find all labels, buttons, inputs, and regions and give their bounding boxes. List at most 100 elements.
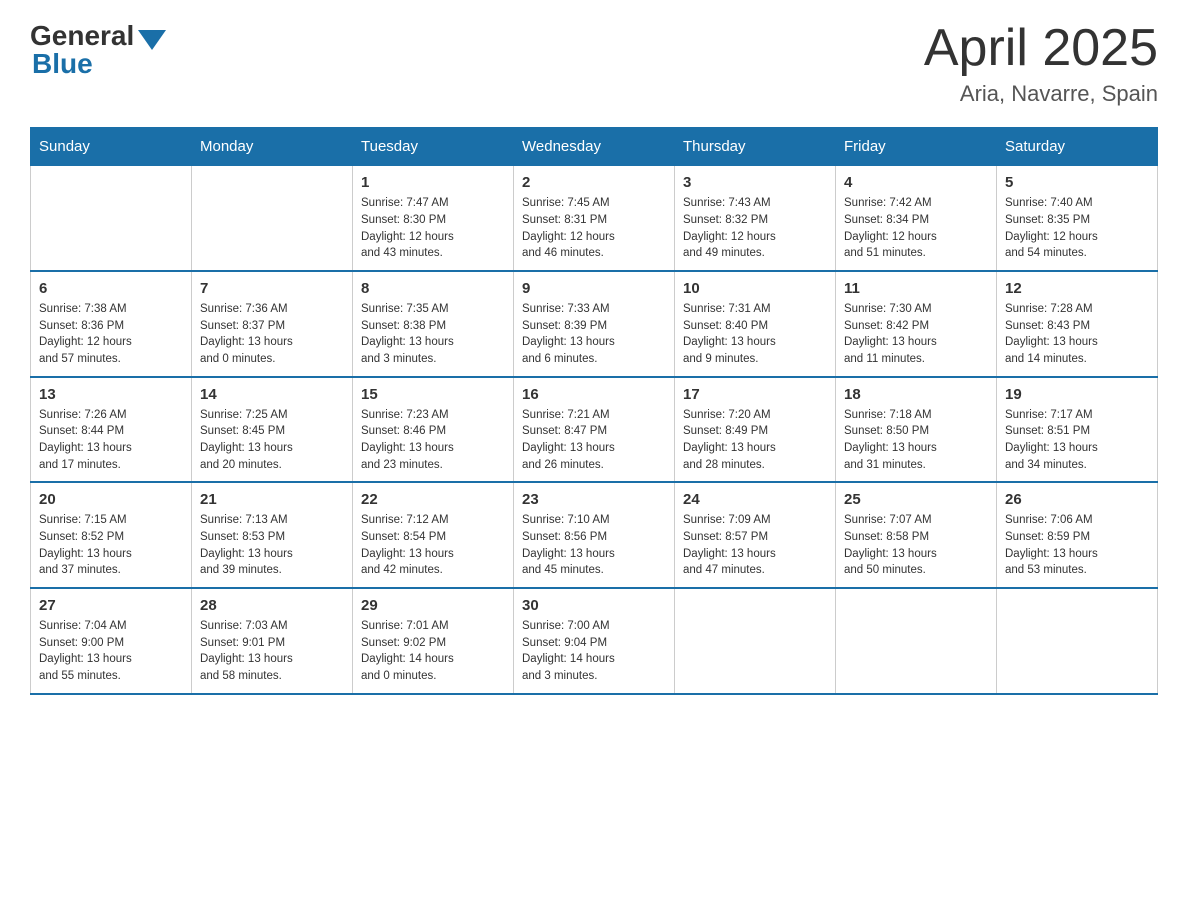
- day-number: 4: [844, 174, 988, 191]
- cell-info: Sunrise: 7:01 AM Sunset: 9:02 PM Dayligh…: [361, 618, 505, 685]
- day-number: 27: [39, 597, 183, 614]
- calendar-cell: 17 Sunrise: 7:20 AM Sunset: 8:49 PM Dayli…: [675, 377, 836, 483]
- calendar-header-row: SundayMondayTuesdayWednesdayThursdayFrid…: [31, 128, 1158, 166]
- cell-info: Sunrise: 7:03 AM Sunset: 9:01 PM Dayligh…: [200, 618, 344, 685]
- calendar-cell: 9Sunrise: 7:33 AM Sunset: 8:39 PM Daylig…: [514, 271, 675, 377]
- cell-info: Sunrise: 7:07 AM Sunset: 8:58 PM Dayligh…: [844, 512, 988, 579]
- logo: General Blue: [30, 20, 166, 80]
- day-header-friday: Friday: [836, 128, 997, 166]
- day-number: 28: [200, 597, 344, 614]
- calendar-cell: 23 Sunrise: 7:10 AM Sunset: 8:56 PM Dayli…: [514, 482, 675, 588]
- calendar-cell: 25 Sunrise: 7:07 AM Sunset: 8:58 PM Dayli…: [836, 482, 997, 588]
- calendar-cell: 8 Sunrise: 7:35 AM Sunset: 8:38 PM Daylig…: [353, 271, 514, 377]
- cell-info: Sunrise: 7:18 AM Sunset: 8:50 PM Dayligh…: [844, 407, 988, 474]
- day-number: 29: [361, 597, 505, 614]
- calendar-cell: 15Sunrise: 7:23 AM Sunset: 8:46 PM Dayli…: [353, 377, 514, 483]
- day-number: 3: [683, 174, 827, 191]
- calendar-cell: 30 Sunrise: 7:00 AM Sunset: 9:04 PM Dayli…: [514, 588, 675, 694]
- title-area: April 2025 Aria, Navarre, Spain: [924, 20, 1158, 107]
- calendar-cell: 13Sunrise: 7:26 AM Sunset: 8:44 PM Dayli…: [31, 377, 192, 483]
- calendar-cell: [836, 588, 997, 694]
- calendar-week-1: 1 Sunrise: 7:47 AM Sunset: 8:30 PM Daylig…: [31, 166, 1158, 271]
- month-title: April 2025: [924, 20, 1158, 77]
- calendar-cell: 18 Sunrise: 7:18 AM Sunset: 8:50 PM Dayli…: [836, 377, 997, 483]
- cell-info: Sunrise: 7:30 AM Sunset: 8:42 PM Dayligh…: [844, 301, 988, 368]
- day-header-monday: Monday: [192, 128, 353, 166]
- calendar-cell: 14Sunrise: 7:25 AM Sunset: 8:45 PM Dayli…: [192, 377, 353, 483]
- day-number: 13: [39, 386, 183, 403]
- calendar-cell: 20Sunrise: 7:15 AM Sunset: 8:52 PM Dayli…: [31, 482, 192, 588]
- calendar-cell: 19Sunrise: 7:17 AM Sunset: 8:51 PM Dayli…: [997, 377, 1158, 483]
- day-number: 30: [522, 597, 666, 614]
- calendar-cell: 3Sunrise: 7:43 AM Sunset: 8:32 PM Daylig…: [675, 166, 836, 271]
- day-header-tuesday: Tuesday: [353, 128, 514, 166]
- day-number: 8: [361, 280, 505, 297]
- day-number: 20: [39, 491, 183, 508]
- cell-info: Sunrise: 7:23 AM Sunset: 8:46 PM Dayligh…: [361, 407, 505, 474]
- day-number: 9: [522, 280, 666, 297]
- day-number: 6: [39, 280, 183, 297]
- calendar-cell: 4 Sunrise: 7:42 AM Sunset: 8:34 PM Daylig…: [836, 166, 997, 271]
- logo-arrow-icon: [138, 30, 166, 50]
- cell-info: Sunrise: 7:17 AM Sunset: 8:51 PM Dayligh…: [1005, 407, 1149, 474]
- day-number: 17: [683, 386, 827, 403]
- calendar-cell: 5 Sunrise: 7:40 AM Sunset: 8:35 PM Daylig…: [997, 166, 1158, 271]
- cell-info: Sunrise: 7:40 AM Sunset: 8:35 PM Dayligh…: [1005, 195, 1149, 262]
- logo-blue-text: Blue: [32, 48, 93, 80]
- day-header-wednesday: Wednesday: [514, 128, 675, 166]
- day-number: 12: [1005, 280, 1149, 297]
- calendar-cell: 12 Sunrise: 7:28 AM Sunset: 8:43 PM Dayli…: [997, 271, 1158, 377]
- calendar-week-2: 6 Sunrise: 7:38 AM Sunset: 8:36 PM Daylig…: [31, 271, 1158, 377]
- cell-info: Sunrise: 7:25 AM Sunset: 8:45 PM Dayligh…: [200, 407, 344, 474]
- calendar-cell: [997, 588, 1158, 694]
- calendar-cell: 24Sunrise: 7:09 AM Sunset: 8:57 PM Dayli…: [675, 482, 836, 588]
- calendar-cell: 27 Sunrise: 7:04 AM Sunset: 9:00 PM Dayli…: [31, 588, 192, 694]
- day-number: 5: [1005, 174, 1149, 191]
- cell-info: Sunrise: 7:42 AM Sunset: 8:34 PM Dayligh…: [844, 195, 988, 262]
- cell-info: Sunrise: 7:21 AM Sunset: 8:47 PM Dayligh…: [522, 407, 666, 474]
- day-number: 21: [200, 491, 344, 508]
- day-header-thursday: Thursday: [675, 128, 836, 166]
- cell-info: Sunrise: 7:28 AM Sunset: 8:43 PM Dayligh…: [1005, 301, 1149, 368]
- calendar-cell: 1 Sunrise: 7:47 AM Sunset: 8:30 PM Daylig…: [353, 166, 514, 271]
- cell-info: Sunrise: 7:00 AM Sunset: 9:04 PM Dayligh…: [522, 618, 666, 685]
- calendar-cell: 6 Sunrise: 7:38 AM Sunset: 8:36 PM Daylig…: [31, 271, 192, 377]
- calendar-cell: 26 Sunrise: 7:06 AM Sunset: 8:59 PM Dayli…: [997, 482, 1158, 588]
- header: General Blue April 2025 Aria, Navarre, S…: [30, 20, 1158, 107]
- calendar-week-5: 27 Sunrise: 7:04 AM Sunset: 9:00 PM Dayli…: [31, 588, 1158, 694]
- calendar-cell: 28 Sunrise: 7:03 AM Sunset: 9:01 PM Dayli…: [192, 588, 353, 694]
- calendar-cell: 7Sunrise: 7:36 AM Sunset: 8:37 PM Daylig…: [192, 271, 353, 377]
- day-number: 23: [522, 491, 666, 508]
- location-title: Aria, Navarre, Spain: [924, 81, 1158, 107]
- cell-info: Sunrise: 7:10 AM Sunset: 8:56 PM Dayligh…: [522, 512, 666, 579]
- cell-info: Sunrise: 7:04 AM Sunset: 9:00 PM Dayligh…: [39, 618, 183, 685]
- day-number: 18: [844, 386, 988, 403]
- calendar-cell: 11 Sunrise: 7:30 AM Sunset: 8:42 PM Dayli…: [836, 271, 997, 377]
- cell-info: Sunrise: 7:31 AM Sunset: 8:40 PM Dayligh…: [683, 301, 827, 368]
- day-number: 1: [361, 174, 505, 191]
- cell-info: Sunrise: 7:12 AM Sunset: 8:54 PM Dayligh…: [361, 512, 505, 579]
- cell-info: Sunrise: 7:38 AM Sunset: 8:36 PM Dayligh…: [39, 301, 183, 368]
- day-number: 2: [522, 174, 666, 191]
- cell-info: Sunrise: 7:13 AM Sunset: 8:53 PM Dayligh…: [200, 512, 344, 579]
- cell-info: Sunrise: 7:47 AM Sunset: 8:30 PM Dayligh…: [361, 195, 505, 262]
- day-header-sunday: Sunday: [31, 128, 192, 166]
- calendar-cell: 22 Sunrise: 7:12 AM Sunset: 8:54 PM Dayli…: [353, 482, 514, 588]
- calendar-cell: 21 Sunrise: 7:13 AM Sunset: 8:53 PM Dayli…: [192, 482, 353, 588]
- calendar-cell: 2Sunrise: 7:45 AM Sunset: 8:31 PM Daylig…: [514, 166, 675, 271]
- cell-info: Sunrise: 7:20 AM Sunset: 8:49 PM Dayligh…: [683, 407, 827, 474]
- day-number: 25: [844, 491, 988, 508]
- day-number: 22: [361, 491, 505, 508]
- day-number: 11: [844, 280, 988, 297]
- calendar-cell: 29 Sunrise: 7:01 AM Sunset: 9:02 PM Dayli…: [353, 588, 514, 694]
- calendar-week-3: 13Sunrise: 7:26 AM Sunset: 8:44 PM Dayli…: [31, 377, 1158, 483]
- cell-info: Sunrise: 7:09 AM Sunset: 8:57 PM Dayligh…: [683, 512, 827, 579]
- cell-info: Sunrise: 7:06 AM Sunset: 8:59 PM Dayligh…: [1005, 512, 1149, 579]
- calendar-cell: [192, 166, 353, 271]
- calendar-table: SundayMondayTuesdayWednesdayThursdayFrid…: [30, 127, 1158, 694]
- day-number: 26: [1005, 491, 1149, 508]
- day-header-saturday: Saturday: [997, 128, 1158, 166]
- calendar-cell: 16Sunrise: 7:21 AM Sunset: 8:47 PM Dayli…: [514, 377, 675, 483]
- day-number: 7: [200, 280, 344, 297]
- cell-info: Sunrise: 7:35 AM Sunset: 8:38 PM Dayligh…: [361, 301, 505, 368]
